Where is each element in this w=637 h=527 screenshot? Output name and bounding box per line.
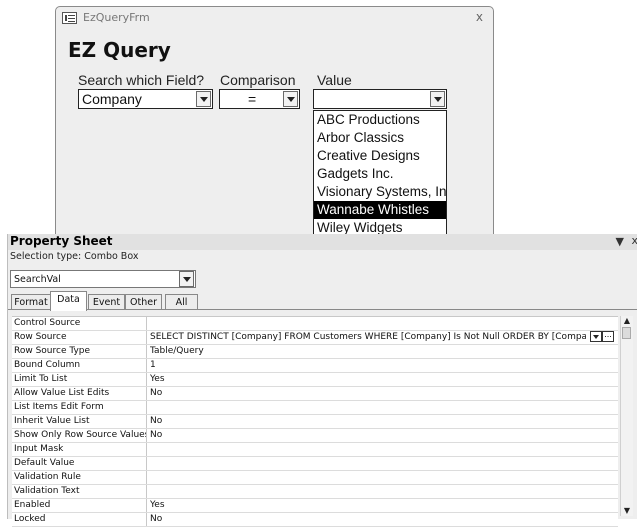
list-item[interactable]: Visionary Systems, Inc [314, 183, 446, 201]
table-row[interactable]: Allow Value List Edits No [12, 387, 618, 401]
field-label: Search which Field? [78, 72, 205, 88]
list-item[interactable]: Gadgets Inc. [314, 165, 446, 183]
property-value[interactable] [150, 485, 616, 498]
form-window-title: EzQueryFrm [83, 11, 150, 24]
object-selector-value: SearchVal [14, 274, 61, 285]
value-combo[interactable] [313, 89, 447, 109]
property-grid: Control Source Row Source SELECT DISTINCT… [12, 316, 618, 527]
property-name: Allow Value List Edits [14, 387, 147, 400]
close-icon[interactable]: x [476, 10, 483, 24]
chevron-down-icon[interactable] [196, 91, 211, 107]
property-value[interactable]: No [150, 513, 616, 526]
list-item[interactable]: Arbor Classics [314, 129, 446, 147]
property-value[interactable]: Table/Query [150, 345, 616, 358]
table-row[interactable]: Default Value [12, 457, 618, 471]
scrollbar-thumb[interactable] [622, 327, 631, 339]
tab-data[interactable]: Data [50, 291, 87, 311]
chevron-down-icon[interactable] [590, 331, 602, 342]
table-row[interactable]: Row Source Type Table/Query [12, 345, 618, 359]
property-name: Row Source [14, 331, 147, 344]
table-row[interactable]: Limit To List Yes [12, 373, 618, 387]
table-row[interactable]: List Items Edit Form [12, 401, 618, 415]
property-name: Limit To List [14, 373, 147, 386]
tab-format[interactable]: Format [11, 294, 51, 310]
table-row[interactable]: Row Source SELECT DISTINCT [Company] FROM… [12, 331, 618, 345]
property-name: Inherit Value List [14, 415, 147, 428]
object-selector-combo[interactable]: SearchVal [10, 270, 196, 288]
table-row[interactable]: Control Source [12, 317, 618, 331]
property-value[interactable]: Yes [150, 373, 616, 386]
property-name: List Items Edit Form [14, 401, 147, 414]
scroll-up-icon[interactable]: ▲ [622, 316, 632, 326]
list-item[interactable]: Creative Designs [314, 147, 446, 165]
table-row[interactable]: Locked No [12, 513, 618, 527]
table-row[interactable]: Validation Text [12, 485, 618, 499]
table-row[interactable]: Validation Rule [12, 471, 618, 485]
field-combo[interactable]: Company [78, 89, 213, 109]
property-name: Enabled [14, 499, 147, 512]
scroll-down-icon[interactable]: ▼ [622, 506, 632, 516]
property-name: Validation Rule [14, 471, 147, 484]
property-value[interactable]: SELECT DISTINCT [Company] FROM Customers… [150, 331, 586, 344]
property-sheet: Property Sheet ▼ x Selection type: Combo… [7, 234, 637, 527]
form-heading: EZ Query [68, 38, 171, 62]
tab-divider [8, 309, 637, 310]
property-name: Control Source [14, 317, 147, 330]
form-titlebar[interactable]: EzQueryFrm x [56, 7, 493, 31]
comparison-label: Comparison [220, 72, 296, 88]
property-name: Bound Column [14, 359, 147, 372]
property-name: Default Value [14, 457, 147, 470]
property-value[interactable]: Yes [150, 499, 616, 512]
selection-type-label: Selection type: Combo Box [10, 251, 139, 262]
property-value[interactable]: No [150, 415, 616, 428]
property-name: Show Only Row Source Values [14, 429, 147, 442]
table-row[interactable]: Enabled Yes [12, 499, 618, 513]
list-item[interactable]: ABC Productions [314, 111, 446, 129]
close-icon[interactable]: x [631, 234, 637, 247]
property-value[interactable]: No [150, 387, 616, 400]
field-combo-value: Company [82, 91, 142, 107]
property-sheet-header: Property Sheet ▼ x [8, 234, 637, 250]
property-value[interactable] [150, 401, 616, 414]
tab-all[interactable]: All [165, 294, 198, 310]
ez-query-form-window: EzQueryFrm x EZ Query Search which Field… [55, 6, 494, 256]
property-value[interactable] [150, 457, 616, 470]
vertical-scrollbar[interactable]: ▲ ▼ [620, 316, 633, 516]
table-row[interactable]: Bound Column 1 [12, 359, 618, 373]
dropdown-arrow-icon[interactable]: ▼ [616, 235, 624, 248]
chevron-down-icon[interactable] [283, 91, 298, 107]
comparison-combo-value: = [248, 91, 257, 107]
property-value[interactable] [150, 317, 616, 330]
table-row[interactable]: Show Only Row Source Values No [12, 429, 618, 443]
property-value[interactable] [150, 471, 616, 484]
table-row[interactable]: Inherit Value List No [12, 415, 618, 429]
table-row[interactable]: Input Mask [12, 443, 618, 457]
property-name: Input Mask [14, 443, 147, 456]
property-name: Row Source Type [14, 345, 147, 358]
build-button[interactable]: ... [602, 331, 614, 342]
chevron-down-icon[interactable] [179, 271, 194, 287]
property-value[interactable] [150, 443, 616, 456]
property-name: Locked [14, 513, 147, 526]
property-value[interactable]: No [150, 429, 616, 442]
form-icon [62, 12, 77, 24]
chevron-down-icon[interactable] [430, 91, 445, 107]
property-tabs: Format Data Event Other All [8, 291, 637, 311]
tab-event[interactable]: Event [88, 294, 125, 310]
comparison-combo[interactable]: = [219, 89, 300, 109]
property-name: Validation Text [14, 485, 147, 498]
property-value[interactable]: 1 [150, 359, 616, 372]
property-sheet-title: Property Sheet [10, 234, 113, 248]
list-item-selected[interactable]: Wannabe Whistles [314, 201, 446, 219]
value-label: Value [317, 72, 352, 88]
tab-other[interactable]: Other [125, 294, 162, 310]
value-dropdown-list[interactable]: ABC Productions Arbor Classics Creative … [313, 110, 447, 239]
